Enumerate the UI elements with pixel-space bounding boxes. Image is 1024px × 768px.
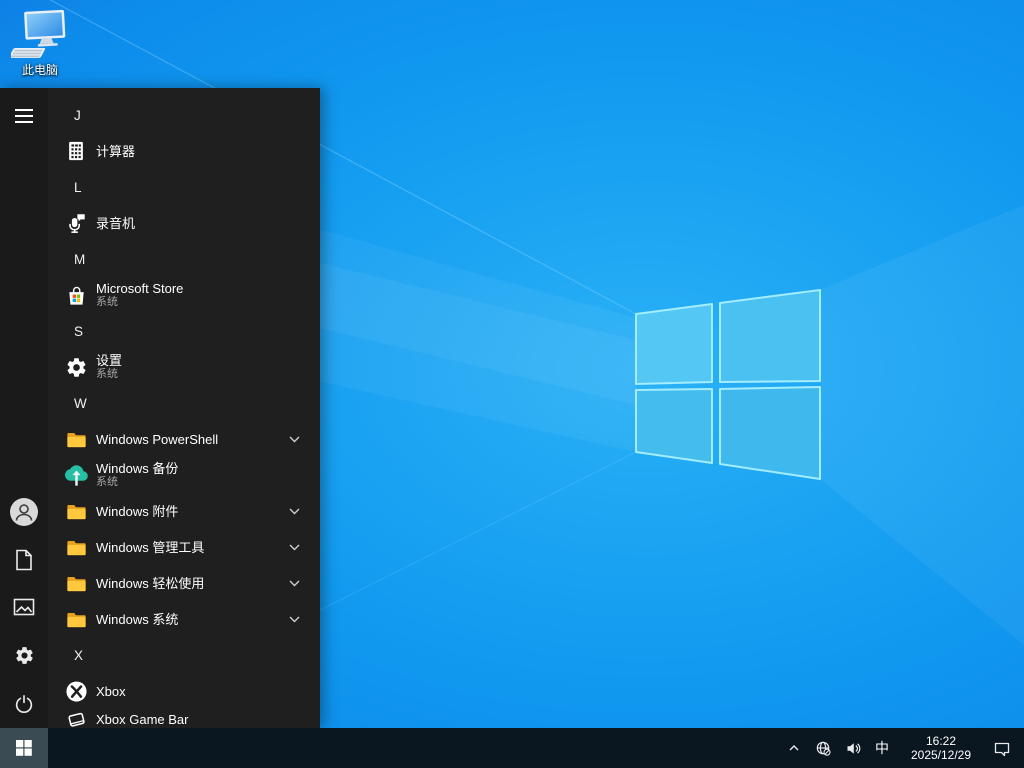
desktop-icon-this-pc[interactable]: 此电脑 [4, 8, 76, 78]
notification-bubble-icon [994, 742, 1010, 756]
settings-gear-icon [64, 355, 88, 379]
globe-no-internet-icon [816, 741, 831, 756]
system-tray: 中 16:22 2025/12/29 [783, 728, 1024, 768]
volume-button[interactable] [842, 728, 865, 768]
folder-label: Windows 轻松使用 [96, 575, 205, 591]
clock-date: 2025/12/29 [910, 748, 972, 762]
action-center-button[interactable] [990, 728, 1014, 768]
folder-item-windows-admin-tools[interactable]: Windows 管理工具 [48, 529, 320, 565]
this-pc-icon [11, 9, 66, 58]
app-label: Microsoft Store [96, 281, 184, 296]
start-menu-rail [0, 88, 48, 728]
chevron-down-icon[interactable] [289, 544, 300, 551]
windows-logo-icon [16, 740, 32, 756]
app-list: J 计算器 L 录音机 M Microsoft Store 系统 S 设置 系统… [48, 97, 320, 728]
network-status-button[interactable] [812, 728, 835, 768]
section-letter-m[interactable]: M [48, 241, 320, 277]
section-letter-x[interactable]: X [48, 637, 320, 673]
power-icon [15, 695, 33, 714]
app-label: 计算器 [96, 143, 136, 159]
gear-icon [15, 646, 33, 664]
windows-logo [635, 289, 821, 480]
voice-recorder-icon [64, 211, 88, 235]
folder-label: Windows 管理工具 [96, 539, 205, 555]
section-letter-s[interactable]: S [48, 313, 320, 349]
folder-icon [64, 571, 88, 595]
user-avatar-icon [10, 498, 38, 526]
app-label: Xbox Game Bar [96, 711, 189, 727]
folder-item-windows-ease-of-access[interactable]: Windows 轻松使用 [48, 565, 320, 601]
folder-item-windows-powershell[interactable]: Windows PowerShell [48, 421, 320, 457]
app-item-calculator[interactable]: 计算器 [48, 133, 320, 169]
folder-item-windows-accessories[interactable]: Windows 附件 [48, 493, 320, 529]
clock[interactable]: 16:22 2025/12/29 [899, 734, 983, 762]
pictures-button[interactable] [0, 585, 48, 629]
app-item-windows-backup[interactable]: Windows 备份 系统 [48, 457, 320, 493]
power-button[interactable] [0, 682, 48, 726]
app-label: 录音机 [96, 215, 136, 231]
screen: 此电脑 J 计算器 L 录音机 M Microsoft Store 系统 S 设… [0, 0, 1024, 768]
documents-button[interactable] [0, 538, 48, 582]
this-pc-label: 此电脑 [21, 63, 58, 77]
section-letter-j[interactable]: J [48, 97, 320, 133]
folder-icon [64, 499, 88, 523]
speaker-icon [847, 742, 861, 754]
chevron-up-icon [789, 745, 799, 751]
app-subtitle: 系统 [96, 368, 118, 380]
app-label: Xbox [96, 683, 126, 699]
folder-icon [64, 607, 88, 631]
taskbar: 中 16:22 2025/12/29 [0, 728, 1024, 768]
folder-label: Windows 系统 [96, 611, 179, 627]
pictures-icon [13, 598, 35, 616]
hamburger-icon [15, 109, 33, 123]
folder-icon [64, 535, 88, 559]
app-subtitle: 系统 [96, 476, 118, 488]
app-item-microsoft-store[interactable]: Microsoft Store 系统 [48, 277, 320, 313]
ime-indicator[interactable]: 中 [872, 728, 892, 768]
clock-time: 16:22 [925, 734, 957, 748]
start-menu: J 计算器 L 录音机 M Microsoft Store 系统 S 设置 系统… [0, 88, 320, 728]
app-item-xbox-game-bar[interactable]: Xbox Game Bar [48, 701, 320, 728]
cloud-backup-icon [64, 463, 88, 487]
chevron-down-icon[interactable] [289, 580, 300, 587]
taskbar-empty-area[interactable] [48, 728, 783, 768]
chevron-down-icon[interactable] [289, 616, 300, 623]
document-icon [16, 549, 32, 571]
expand-menu-button[interactable] [0, 94, 48, 138]
chevron-down-icon[interactable] [289, 508, 300, 515]
user-account-button[interactable] [0, 490, 48, 534]
xbox-game-bar-icon [64, 707, 88, 728]
show-hidden-icons-button[interactable] [783, 728, 805, 768]
section-letter-l[interactable]: L [48, 169, 320, 205]
app-item-voice-recorder[interactable]: 录音机 [48, 205, 320, 241]
rail-settings-button[interactable] [0, 633, 48, 677]
folder-item-windows-system[interactable]: Windows 系统 [48, 601, 320, 637]
folder-icon [64, 427, 88, 451]
app-item-settings[interactable]: 设置 系统 [48, 349, 320, 385]
xbox-icon [64, 679, 88, 703]
app-subtitle: 系统 [96, 296, 118, 308]
microsoft-store-icon [64, 283, 88, 307]
start-button[interactable] [0, 728, 48, 768]
app-label: 设置 [96, 353, 123, 368]
chevron-down-icon[interactable] [289, 436, 300, 443]
section-letter-w[interactable]: W [48, 385, 320, 421]
calculator-icon [64, 139, 88, 163]
folder-label: Windows 附件 [96, 503, 179, 519]
app-label: Windows 备份 [96, 461, 179, 476]
folder-label: Windows PowerShell [96, 431, 219, 447]
